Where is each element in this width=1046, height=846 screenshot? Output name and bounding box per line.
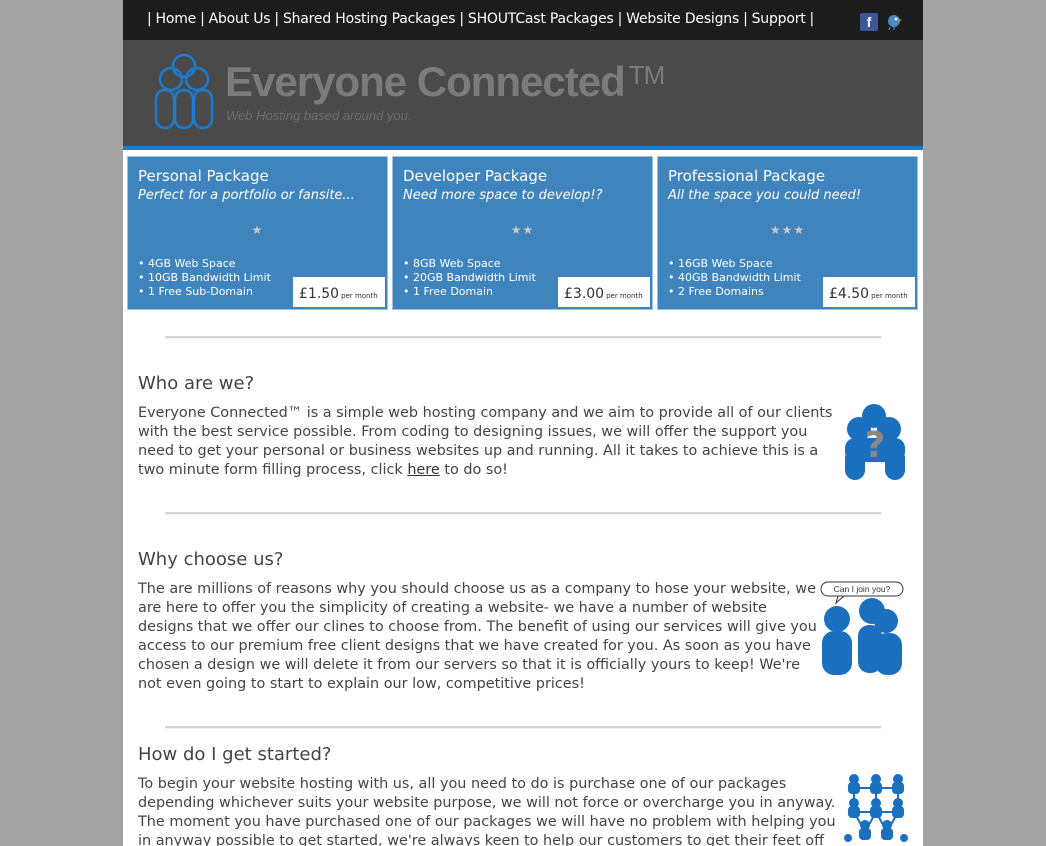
feature-item: • 2 Free Domains xyxy=(668,285,764,298)
price-box[interactable]: £3.00 per month xyxy=(558,277,650,307)
facebook-icon[interactable]: f xyxy=(860,13,878,31)
section-title-who-are-we: Who are we? xyxy=(138,373,255,394)
question-person-icon: ? xyxy=(845,404,905,480)
top-navigation-bar: | Home | About Us | Shared Hosting Packages | S… xyxy=(123,0,923,40)
section-divider xyxy=(165,336,881,339)
package-subtitle: Need more space to develop!? xyxy=(403,188,603,203)
package-card-professional[interactable]: Professional Package All the space you c… xyxy=(657,156,918,310)
feature-item: • 4GB Web Space xyxy=(138,257,236,270)
nav-link-about-us[interactable]: About Us xyxy=(209,11,271,27)
trademark-symbol: TM xyxy=(628,60,666,90)
package-card-personal[interactable]: Personal Package Perfect for a portfolio… xyxy=(127,156,388,310)
site-header: Everyone Connected TM Web Hosting based a… xyxy=(123,40,923,150)
nav-separator: | xyxy=(147,11,152,27)
nav-separator: | xyxy=(617,11,623,27)
nav-separator: | xyxy=(200,11,205,27)
package-subtitle: All the space you could need! xyxy=(668,188,862,203)
package-features: • 4GB Web Space • 10GB Bandwidth Limit •… xyxy=(138,257,271,299)
feature-item: • 8GB Web Space xyxy=(403,257,501,270)
feature-item: • 16GB Web Space xyxy=(668,257,773,270)
people-network-icon xyxy=(844,774,908,842)
package-title: Developer Package xyxy=(403,167,548,185)
nav-link-shoutcast[interactable]: SHOUTCast Packages xyxy=(468,11,614,27)
main-nav: | Home | About Us | Shared Hosting Packages | S… xyxy=(143,11,818,27)
question-mark-glyph: ? xyxy=(865,425,886,466)
package-card-developer[interactable]: Developer Package Need more space to dev… xyxy=(392,156,653,310)
nav-separator: | xyxy=(809,11,815,27)
twitter-bird-icon[interactable] xyxy=(885,13,903,31)
nav-separator: | xyxy=(274,11,279,27)
signup-here-link[interactable]: here xyxy=(407,462,439,478)
speech-bubble-text: Can I join you? xyxy=(834,584,891,594)
feature-item: • 40GB Bandwidth Limit xyxy=(668,271,801,284)
price-period: per month xyxy=(606,292,643,300)
nav-separator: | xyxy=(459,11,464,27)
nav-link-support[interactable]: Support xyxy=(752,11,806,27)
price-value: £3.00 xyxy=(564,286,605,302)
price-value: £4.50 xyxy=(829,286,870,302)
package-features: • 8GB Web Space • 20GB Bandwidth Limit •… xyxy=(403,257,536,299)
section-title-why-choose-us: Why choose us? xyxy=(138,549,284,570)
price-box[interactable]: £4.50 per month xyxy=(823,277,915,307)
section-text-who-are-we: Everyone Connected™ is a simple web host… xyxy=(138,404,838,480)
feature-item: • 20GB Bandwidth Limit xyxy=(403,271,536,284)
price-box[interactable]: £1.50 per month xyxy=(293,277,385,307)
section-text-why-choose-us: The are millions of reasons why you shou… xyxy=(138,581,817,692)
nav-link-website-designs[interactable]: Website Designs xyxy=(626,11,739,27)
nav-link-shared-hosting[interactable]: Shared Hosting Packages xyxy=(283,11,456,27)
package-title: Personal Package xyxy=(138,167,269,185)
package-subtitle: Perfect for a portfolio or fansite... xyxy=(138,188,355,203)
feature-item: • 1 Free Domain xyxy=(403,285,494,298)
nav-separator: | xyxy=(743,11,748,27)
section-title-get-started: How do I get started? xyxy=(138,744,332,765)
package-title: Professional Package xyxy=(668,167,826,185)
site-name[interactable]: Everyone Connected TM xyxy=(225,58,666,106)
star-rating-icon: ★★★ xyxy=(769,223,806,237)
who-text-end: to do so! xyxy=(439,462,508,478)
star-rating-icon: ★★ xyxy=(510,223,535,237)
price-value: £1.50 xyxy=(299,286,340,302)
site-tagline: Web Hosting based around you. xyxy=(226,108,412,123)
section-divider xyxy=(165,512,881,515)
people-group-logo-icon[interactable] xyxy=(151,52,217,132)
feature-item: • 10GB Bandwidth Limit xyxy=(138,271,271,284)
feature-item: • 1 Free Sub-Domain xyxy=(138,285,253,298)
price-period: per month xyxy=(341,292,378,300)
price-period: per month xyxy=(871,292,908,300)
nav-link-home[interactable]: Home xyxy=(156,11,197,27)
page-container: | Home | About Us | Shared Hosting Packages | S… xyxy=(123,0,923,846)
section-text-get-started: To begin your website hosting with us, a… xyxy=(138,776,836,846)
section-divider xyxy=(165,726,881,729)
site-name-text: Everyone Connected xyxy=(225,58,626,105)
package-features: • 16GB Web Space • 40GB Bandwidth Limit … xyxy=(668,257,801,299)
people-speech-bubble-icon: Can I join you? xyxy=(820,581,904,675)
star-rating-icon: ★ xyxy=(251,223,264,237)
